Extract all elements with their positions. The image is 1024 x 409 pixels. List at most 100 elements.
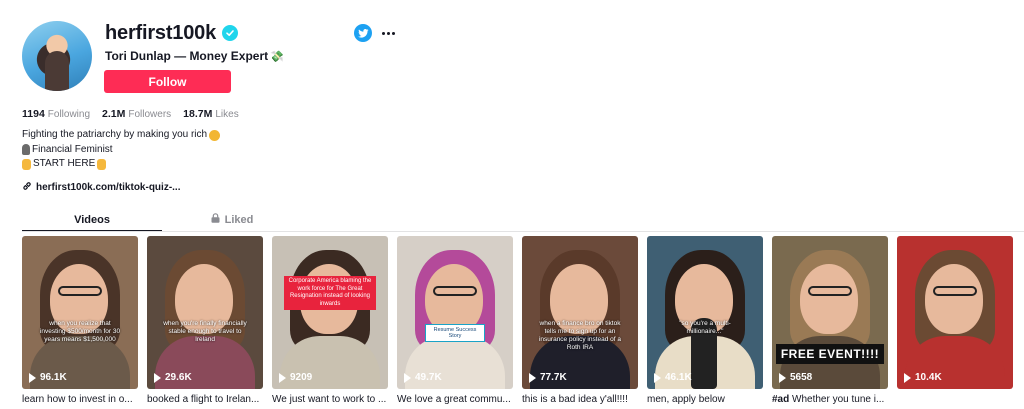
video-overlay-text: when you're finally financially stable e…	[163, 320, 247, 343]
video-caption[interactable]: this is a bad idea y'all!!!!	[522, 393, 638, 407]
likes-label: Likes	[215, 109, 239, 120]
video-card[interactable]: when a finance bro on tiktok tells me to…	[522, 236, 638, 407]
play-icon	[779, 372, 786, 383]
video-banner-text: Corporate America blaming the work force…	[284, 276, 376, 310]
tab-videos[interactable]: Videos	[22, 208, 162, 231]
video-grid: when you realize that investing $500/mon…	[22, 236, 1013, 407]
thumbnail-person	[800, 264, 858, 334]
view-count-text: 29.6K	[165, 372, 192, 383]
bio-link[interactable]: herfirst100k.com/tiktok-quiz-...	[22, 181, 180, 194]
view-count: 77.7K	[529, 372, 567, 383]
view-count: 29.6K	[154, 372, 192, 383]
tab-liked-label: Liked	[224, 213, 254, 226]
more-options-icon[interactable]	[382, 31, 395, 35]
video-promo-text: FREE EVENT!!!!	[776, 344, 884, 364]
profile-stats: 1194 Following 2.1M Followers 18.7M Likes	[22, 108, 239, 120]
video-caption[interactable]: men, apply below	[647, 393, 763, 407]
play-icon	[529, 372, 536, 383]
video-caption[interactable]: #ad Whether you tune i...	[772, 393, 888, 407]
video-thumbnail[interactable]: when you realize that investing $500/mon…	[22, 236, 138, 389]
play-icon	[404, 372, 411, 383]
thumbnail-person	[433, 286, 477, 296]
followers-stat[interactable]: 2.1M Followers	[102, 108, 171, 120]
video-card[interactable]: Corporate America blaming the work force…	[272, 236, 388, 407]
view-count-text: 10.4K	[915, 372, 942, 383]
twitter-icon[interactable]	[354, 24, 372, 42]
lock-icon	[211, 213, 220, 226]
video-overlay-text: "so you're a multi-millionaire..."	[679, 320, 731, 335]
bio-line-3-text: START HERE	[33, 158, 96, 169]
view-count-text: 46.1K	[665, 372, 692, 383]
tab-liked[interactable]: Liked	[162, 208, 302, 231]
followers-label: Followers	[128, 109, 172, 120]
following-stat[interactable]: 1194 Following	[22, 108, 90, 120]
pointing-down-icon	[97, 158, 107, 170]
video-thumbnail[interactable]: when you're finally financially stable e…	[147, 236, 263, 389]
username-row: herfirst100k	[105, 20, 238, 46]
verified-badge-icon	[222, 25, 238, 41]
video-card[interactable]: when you realize that investing $500/mon…	[22, 236, 138, 407]
username: herfirst100k	[105, 21, 216, 44]
video-card[interactable]: when you're finally financially stable e…	[147, 236, 263, 407]
video-thumbnail[interactable]: FREE EVENT!!!! 5658	[772, 236, 888, 389]
bio-line-2: Financial Feminist	[22, 143, 220, 158]
likes-count: 18.7M	[183, 108, 213, 120]
thumbnail-person	[925, 264, 983, 334]
video-overlay-text: when a finance bro on tiktok tells me to…	[538, 320, 622, 351]
bio-line-2-text: Financial Feminist	[32, 143, 113, 155]
play-icon	[29, 372, 36, 383]
link-icon	[22, 181, 32, 194]
tab-divider	[22, 231, 1024, 232]
following-count: 1194	[22, 108, 45, 120]
view-count-text: 49.7K	[415, 372, 442, 383]
view-count: 5658	[779, 372, 812, 383]
play-icon	[279, 372, 286, 383]
view-count: 49.7K	[404, 372, 442, 383]
bio-link-text: herfirst100k.com/tiktok-quiz-...	[36, 182, 181, 193]
followers-count: 2.1M	[102, 108, 126, 120]
following-label: Following	[47, 109, 91, 120]
bio: Fighting the patriarchy by making you ri…	[22, 128, 221, 172]
video-overlay-text: when you realize that investing $500/mon…	[39, 320, 121, 343]
video-caption[interactable]: We love a great commu...	[397, 393, 513, 407]
video-thumbnail[interactable]: when a finance bro on tiktok tells me to…	[522, 236, 638, 389]
play-icon	[654, 372, 661, 383]
avatar[interactable]	[22, 21, 92, 91]
view-count: 96.1K	[29, 372, 67, 383]
pointing-down-icon	[22, 158, 31, 170]
thumbnail-person	[933, 286, 977, 296]
view-count-text: 77.7K	[540, 372, 567, 383]
microphone-icon	[22, 144, 30, 156]
video-card[interactable]: FREE EVENT!!!! 5658 #ad Whether you tune i…	[772, 236, 888, 407]
play-icon	[154, 372, 161, 383]
thumbnail-person	[58, 286, 102, 296]
view-count: 9209	[279, 372, 312, 383]
bio-line-1: Fighting the patriarchy by making you ri…	[22, 128, 221, 143]
likes-stat: 18.7M Likes	[183, 108, 239, 120]
bio-line-1-text: Fighting the patriarchy by making you ri…	[22, 129, 208, 140]
money-mouth-face-icon	[209, 129, 221, 141]
video-card[interactable]: 10.4K	[897, 236, 1013, 407]
view-count: 46.1K	[654, 372, 692, 383]
display-name-text: Tori Dunlap — Money Expert	[105, 49, 269, 63]
view-count-text: 96.1K	[40, 372, 67, 383]
view-count-text: 5658	[790, 372, 813, 383]
video-caption[interactable]: learn how to invest in o...	[22, 393, 138, 407]
money-with-wings-icon: 💸	[270, 50, 284, 63]
thumbnail-person	[808, 286, 852, 296]
profile-tabs: Videos Liked	[22, 208, 1024, 232]
video-card[interactable]: "so you're a multi-millionaire..." 46.1K m…	[647, 236, 763, 407]
video-thumbnail[interactable]: 10.4K	[897, 236, 1013, 389]
video-caption[interactable]: We just want to work to ...	[272, 393, 388, 407]
view-count: 10.4K	[904, 372, 942, 383]
bio-line-3: START HERE	[22, 157, 220, 172]
video-card[interactable]: Resume Success Story 49.7K We love a great…	[397, 236, 513, 407]
video-thumbnail[interactable]: Corporate America blaming the work force…	[272, 236, 388, 389]
video-thumbnail[interactable]: Resume Success Story 49.7K	[397, 236, 513, 389]
share-area	[354, 24, 395, 42]
video-caption[interactable]: booked a flight to Irelan...	[147, 393, 263, 407]
video-caption[interactable]	[897, 393, 1013, 407]
view-count-text: 9209	[290, 372, 313, 383]
follow-button[interactable]: Follow	[104, 70, 231, 93]
video-thumbnail[interactable]: "so you're a multi-millionaire..." 46.1K	[647, 236, 763, 389]
